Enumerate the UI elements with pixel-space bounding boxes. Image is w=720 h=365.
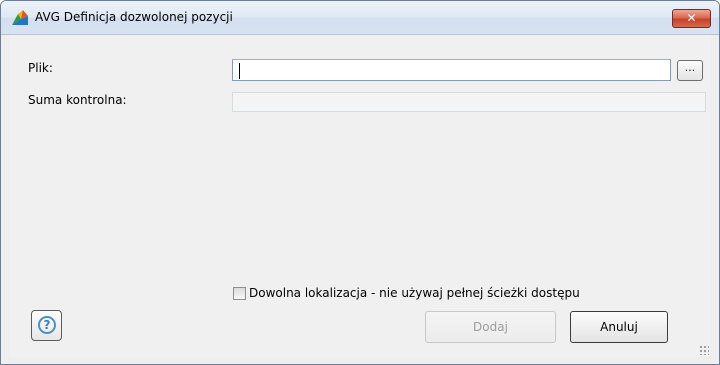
- help-button[interactable]: ?: [31, 310, 62, 341]
- cancel-button-label: Anuluj: [600, 320, 638, 334]
- resize-grip-icon[interactable]: [699, 345, 709, 355]
- close-button[interactable]: ✕: [672, 9, 711, 28]
- title-bar[interactable]: AVG Definicja dozwolonej pozycji ✕: [1, 1, 719, 35]
- browse-label: ...: [684, 61, 696, 74]
- add-button[interactable]: Dodaj: [425, 311, 556, 343]
- browse-button[interactable]: ...: [677, 60, 703, 81]
- text-caret: [239, 63, 240, 79]
- dialog-window: AVG Definicja dozwolonej pozycji ✕ Plik:…: [0, 0, 720, 365]
- add-button-label: Dodaj: [473, 320, 508, 334]
- any-location-label[interactable]: Dowolna lokalizacja - nie używaj pełnej …: [249, 286, 580, 300]
- checksum-label: Suma kontrolna:: [28, 93, 127, 107]
- window-title: AVG Definicja dozwolonej pozycji: [35, 10, 233, 24]
- dialog-body: Plik: ... Suma kontrolna: Dowolna lokali…: [9, 35, 711, 357]
- avg-logo-icon: [12, 10, 28, 25]
- file-label: Plik:: [28, 61, 53, 75]
- close-icon: ✕: [686, 11, 697, 25]
- checksum-field: [232, 92, 706, 112]
- any-location-checkbox[interactable]: [233, 287, 246, 300]
- file-path-input[interactable]: [232, 59, 671, 81]
- cancel-button[interactable]: Anuluj: [570, 311, 668, 343]
- question-mark-icon: ?: [38, 316, 56, 334]
